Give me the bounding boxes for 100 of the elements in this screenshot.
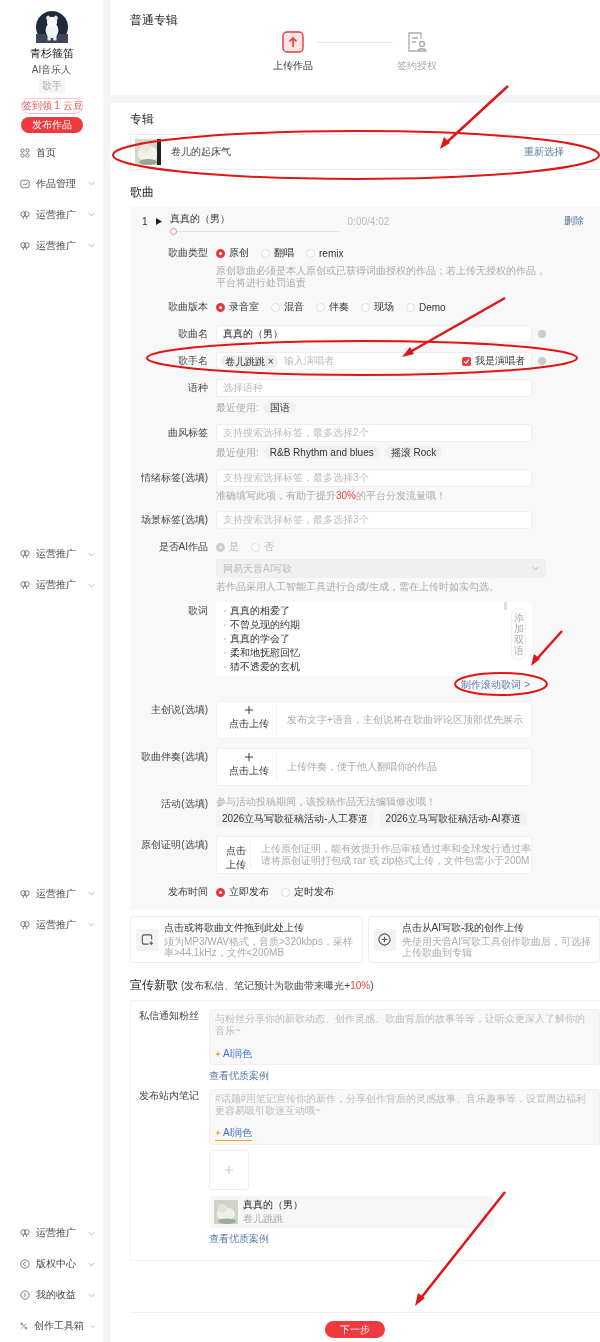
nav-item[interactable]: 首页 [0,137,103,168]
reselect-link[interactable]: 重新选择 [524,145,564,159]
radio-option[interactable]: 现场 [361,300,394,314]
field-label: 歌曲类型 [167,246,208,260]
nav-item[interactable]: 运营推广 [0,909,103,941]
recent-tag[interactable]: R&B Rhythm and blues [263,446,380,459]
recent-label: 最近使用: [216,400,259,415]
examples-link[interactable]: 查看优质案例 [209,1232,269,1246]
upload-button[interactable]: 点击上传 [221,753,277,781]
field-label: 原创证明(选填) [140,838,208,852]
chart-icon [20,178,30,189]
upload-source-card[interactable]: 点击或将歌曲文件拖到此处上传 须为MP3/WAV格式，音质>320kbps，采样率>44.1kHz，文件<200MB [130,916,363,963]
checkin-button[interactable]: 签到领 1 云豆 [20,98,83,114]
nav-item[interactable]: 运营推广 [0,878,103,910]
field-label: 场景标签(选填) [140,513,208,527]
next-button[interactable]: 下一步 [325,1321,385,1338]
scrollbar[interactable] [504,602,507,610]
singer-tag: 卷儿跳跳 × [221,354,278,368]
delete-link[interactable]: 删除 [564,214,584,228]
radio-option[interactable]: 翻唱 [261,246,294,260]
balloon-icon [20,240,30,251]
chevron-icon [88,181,95,186]
input-field[interactable]: 真真的（男） [216,325,532,343]
radio-option[interactable]: 混音 [271,300,304,314]
activity-chip[interactable]: 2026立马写歌征稿活动-人工赛道 [216,811,374,827]
lyrics-box[interactable]: 真真的相爱了 不曾兑现的约期 真真的学会了 柔和地抚慰回忆 猜不透爱的玄机 添加双语 [216,602,532,676]
radio-option[interactable]: 定时发布 [281,885,334,899]
plus-icon [225,1166,233,1174]
field-label: 私信通知粉丝 [139,1009,200,1023]
section-title: 歌曲 [130,184,155,201]
upload-source-title: 点击或将歌曲文件拖到此处上传 [164,921,305,935]
upload-button[interactable]: 点击上传 [221,841,251,869]
nav-item[interactable]: 运营推广 [0,230,103,261]
upload-description: 上传原创证明，能有效提升作品审核通过率和全球发行通过率 [261,843,531,855]
nav-item[interactable]: 运营推广 [0,538,103,570]
radio-option[interactable]: 原创 [216,246,249,260]
track-time: 0:00/4:02 [347,215,390,227]
radio-option[interactable]: Demo [406,301,446,313]
progress-thumb[interactable] [169,227,177,235]
nav-item[interactable]: 作品管理 [0,168,103,199]
chevron-icon [88,1292,95,1298]
ai-polish-button[interactable]: AI润色 [215,1126,253,1141]
play-icon[interactable] [155,217,162,225]
field-label: 发布时间 [167,885,208,899]
contract-icon [406,31,428,53]
upload-source-card[interactable]: 点击从AI写歌-我的创作上传 先使用天音AI写歌工具创作歌曲后，可选择上传歌曲到专辑 [367,916,600,963]
section-title: 宣传新歌 [130,977,178,994]
ai-polish-button[interactable]: AI润色 [215,1047,253,1061]
activity-chip[interactable]: 2026立马写歌征稿活动-AI赛道 [379,811,527,827]
publish-button[interactable]: 发布作品 [20,117,83,133]
upload-source-title: 点击从AI写歌-我的创作上传 [401,921,526,935]
radio-option[interactable]: 录音室 [216,300,259,314]
nav-item[interactable]: 创作工具箱 [0,1310,103,1342]
lyric-line: 真真的相爱了 [230,604,290,618]
section-note: (发布私信、笔记预计为歌曲带来曝光+10%) [181,979,374,993]
step: 上传作品 [273,31,313,73]
examples-link[interactable]: 查看优质案例 [209,1069,269,1083]
nav-item[interactable]: 运营推广 [0,569,103,601]
help-icon[interactable] [538,330,546,338]
field-label: 发布站内笔记 [139,1089,200,1103]
chevron-icon [88,891,95,897]
copyright-icon [20,1259,30,1270]
nav-item[interactable]: 运营推广 [0,199,103,230]
upload-source-description: 须为MP3/WAV格式，音质>320kbps，采样率>44.1kHz，文件<200MB [164,936,354,958]
nav-item[interactable]: 版权中心 [0,1248,103,1280]
balloon-icon [20,209,30,220]
plus-icon [244,753,253,761]
field-label: 曲风标签 [167,426,208,440]
field-label: 活动(选填) [160,797,208,811]
plus-icon [244,706,253,714]
add-image-button[interactable] [209,1150,249,1190]
scrolling-lyrics-link[interactable]: 制作滚动歌词 > [461,678,530,692]
lyric-line: 不曾兑现的约期 [230,618,300,632]
chevron-icon [88,243,95,248]
upload-button[interactable]: 点击上传 [221,706,277,734]
singer-checkbox[interactable]: 我是演唱者 [462,353,525,369]
singer-field[interactable]: 卷儿跳跳 × 输入演唱者 我是演唱者 [216,352,532,370]
add-circle-icon [378,933,391,946]
chevron-icon [88,212,95,217]
sparkle-icon [215,1130,221,1136]
field-label: 歌手名 [177,354,208,368]
track-title: 真真的（男） [169,211,231,226]
radio-option[interactable]: 立即发布 [216,885,269,899]
upload-description: 请将原创证明打包成 rar 或 zip格式上传，文件包需小于200M [261,855,531,867]
lyric-line: 真真的学会了 [230,632,290,646]
nav-item[interactable]: 运营推广 [0,1217,103,1249]
recent-tag[interactable]: 国语 [263,401,296,414]
help-icon[interactable] [538,357,546,365]
field-label: 主创说(选填) [150,703,208,717]
field-label: 歌曲版本 [167,300,208,314]
nav-item[interactable]: 我的收益 [0,1279,103,1311]
song-artist: 卷儿跳跳 [243,1212,284,1226]
step: 签约授权 [397,31,437,73]
radio-option[interactable]: remix [306,247,344,259]
coin-icon [20,1290,30,1301]
user-title: AI音乐人 [31,63,72,77]
radio-option[interactable]: 伴奏 [316,300,349,314]
recent-tag[interactable]: 摇滚 Rock [384,446,443,459]
field-label: 歌曲名 [177,327,208,341]
balloon-icon [20,919,30,930]
